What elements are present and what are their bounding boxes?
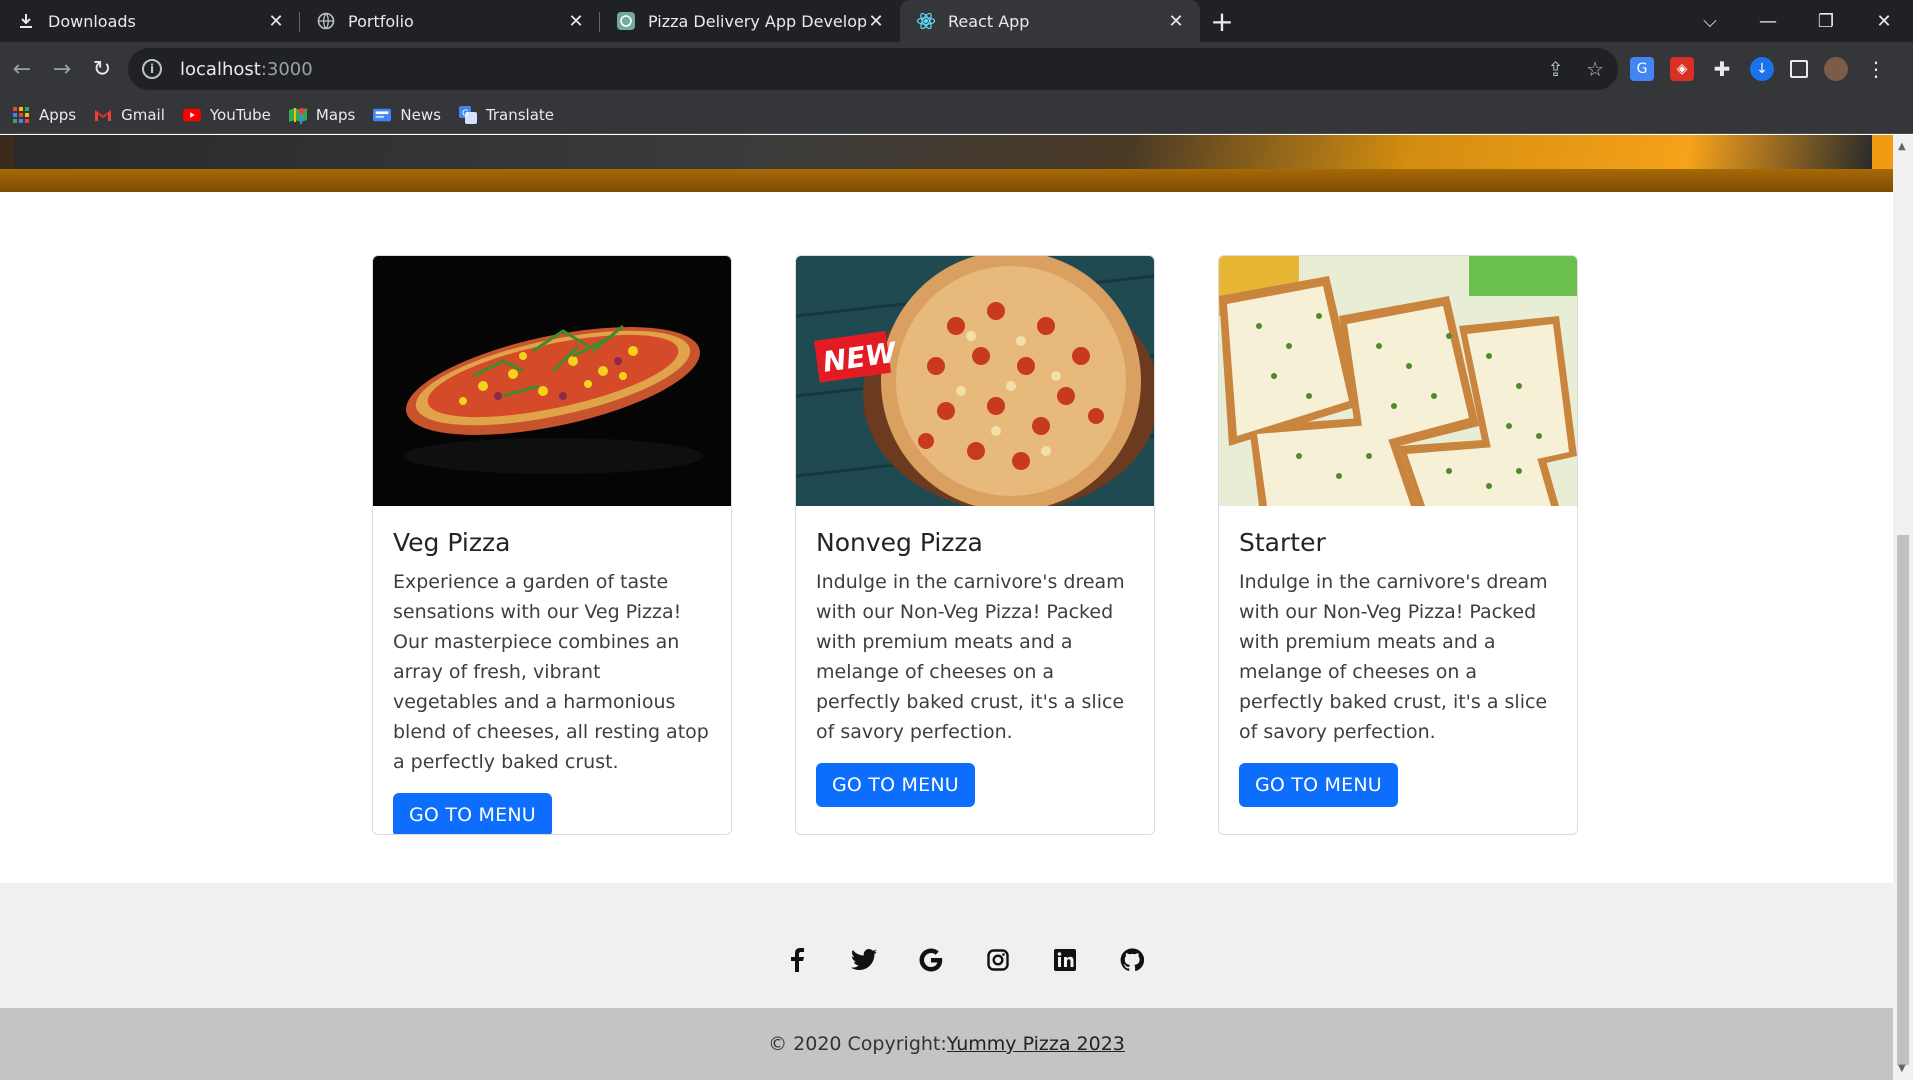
- forward-arrow-icon[interactable]: →: [42, 49, 82, 89]
- go-to-menu-button[interactable]: GO TO MENU: [1239, 763, 1398, 807]
- instagram-icon[interactable]: [985, 947, 1011, 973]
- scroll-up-arrow-icon[interactable]: ▲: [1898, 141, 1906, 152]
- page-scrollbar[interactable]: ▲ ▼: [1893, 135, 1913, 1080]
- side-panel-icon[interactable]: [1790, 60, 1808, 78]
- tab-downloads[interactable]: Downloads ✕: [0, 0, 300, 42]
- page-viewport: Veg Pizza Experience a garden of taste s…: [0, 135, 1893, 1080]
- chatgpt-icon: [616, 11, 636, 31]
- bookmark-translate[interactable]: G Translate: [458, 105, 555, 124]
- tab-search-icon[interactable]: ⌵: [1681, 0, 1739, 42]
- menu-cards: Veg Pizza Experience a garden of taste s…: [372, 255, 1578, 835]
- react-icon: [916, 11, 936, 31]
- card-title: Starter: [1239, 528, 1326, 557]
- news-icon: [373, 106, 392, 124]
- close-icon[interactable]: ✕: [1166, 11, 1186, 32]
- site-info-icon[interactable]: i: [142, 59, 162, 79]
- facebook-icon[interactable]: [784, 947, 810, 973]
- url-text: localhost:3000: [180, 58, 313, 80]
- twitter-icon[interactable]: [851, 947, 877, 973]
- browser-tab-strip: Downloads ✕ Portfolio ✕ Pizza Delivery A…: [0, 0, 1913, 42]
- go-to-menu-button[interactable]: GO TO MENU: [816, 763, 975, 807]
- reload-icon[interactable]: ↻: [82, 49, 122, 89]
- translate-icon: G: [458, 105, 477, 124]
- tab-label: React App: [948, 11, 1030, 31]
- card-body: Starter Indulge in the carnivore's dream…: [1219, 506, 1577, 827]
- copyright-text: © 2020 Copyright:: [768, 1033, 947, 1055]
- scroll-down-arrow-icon[interactable]: ▼: [1898, 1063, 1906, 1074]
- footer-social-section: [0, 883, 1893, 1008]
- bookmark-label: Translate: [485, 105, 555, 124]
- bookmark-label: YouTube: [209, 105, 271, 124]
- bookmark-news[interactable]: News: [373, 106, 441, 124]
- minimize-icon[interactable]: —: [1739, 0, 1797, 42]
- bookmark-maps[interactable]: Maps: [288, 105, 356, 124]
- youtube-icon: [182, 106, 201, 124]
- close-icon[interactable]: ✕: [266, 11, 286, 32]
- linkedin-icon[interactable]: [1052, 947, 1078, 973]
- address-bar-actions: ⇪ ☆: [1547, 48, 1604, 90]
- card-description: Indulge in the carnivore's dream with ou…: [816, 571, 1125, 743]
- card-nonveg-pizza: NEW Nonveg Pizza Indulge in the carnivor…: [795, 255, 1155, 835]
- bookmark-youtube[interactable]: YouTube: [182, 105, 271, 124]
- card-title: Nonveg Pizza: [816, 528, 983, 557]
- hero-image-strip: [14, 135, 1872, 169]
- bookmark-apps[interactable]: Apps: [12, 106, 76, 124]
- social-icons: [784, 947, 1145, 973]
- bookmark-gmail[interactable]: Gmail: [94, 106, 165, 124]
- hero-banner-bottom: [0, 135, 1893, 192]
- close-icon[interactable]: ✕: [866, 11, 886, 32]
- new-tab-button[interactable]: +: [1200, 0, 1244, 42]
- gmail-icon: [94, 106, 112, 124]
- hero-shadow: [0, 169, 1893, 192]
- maps-icon: [288, 106, 307, 124]
- extensions-area: G ◈ ✚ ↓ ⋮: [1630, 42, 1888, 96]
- download-icon: [16, 11, 36, 31]
- footer-copyright: © 2020 Copyright: Yummy Pizza 2023: [0, 1008, 1893, 1080]
- bookmark-label: Maps: [315, 105, 356, 124]
- share-icon[interactable]: ⇪: [1547, 57, 1564, 81]
- tab-portfolio[interactable]: Portfolio ✕: [300, 0, 600, 42]
- card-body: Nonveg Pizza Indulge in the carnivore's …: [796, 506, 1154, 827]
- bookmark-label: Apps: [39, 105, 77, 124]
- card-starter: Starter Indulge in the carnivore's dream…: [1218, 255, 1578, 835]
- veg-pizza-image: [373, 256, 731, 506]
- card-description: Indulge in the carnivore's dream with ou…: [1239, 571, 1548, 743]
- bookmark-label: News: [400, 105, 441, 124]
- globe-icon: [316, 11, 336, 31]
- tab-label: Downloads: [48, 11, 136, 31]
- bookmark-star-icon[interactable]: ☆: [1586, 57, 1604, 81]
- go-to-menu-button[interactable]: GO TO MENU: [393, 793, 552, 834]
- github-icon[interactable]: [1119, 947, 1145, 973]
- svg-text:G: G: [462, 109, 469, 119]
- tab-pizza-delivery[interactable]: Pizza Delivery App Development ✕: [600, 0, 900, 42]
- starter-garlic-bread-image: [1219, 256, 1577, 506]
- card-body: Veg Pizza Experience a garden of taste s…: [373, 506, 731, 834]
- browser-toolbar: ← → ↻ i localhost:3000 ⇪ ☆ G ◈ ✚ ↓ ⋮: [0, 42, 1913, 96]
- close-icon[interactable]: ✕: [566, 11, 586, 32]
- tab-label: Pizza Delivery App Development: [648, 11, 866, 31]
- scrollbar-thumb[interactable]: [1897, 535, 1909, 1065]
- address-bar[interactable]: i localhost:3000 ⇪ ☆: [128, 48, 1618, 90]
- menu-kebab-icon[interactable]: ⋮: [1864, 57, 1888, 81]
- card-description: Experience a garden of taste sensations …: [393, 571, 709, 773]
- profile-avatar[interactable]: [1824, 57, 1848, 81]
- copyright-link[interactable]: Yummy Pizza 2023: [947, 1033, 1125, 1055]
- apps-grid-icon: [12, 106, 30, 124]
- extension-red-icon[interactable]: ◈: [1670, 57, 1694, 81]
- back-arrow-icon[interactable]: ←: [2, 49, 42, 89]
- puzzle-extensions-icon[interactable]: ✚: [1710, 57, 1734, 81]
- bookmarks-bar: Apps Gmail YouTube Maps News G Translate: [0, 96, 1913, 134]
- google-translate-extension-icon[interactable]: G: [1630, 57, 1654, 81]
- close-window-icon[interactable]: ✕: [1855, 0, 1913, 42]
- tab-label: Portfolio: [348, 11, 414, 31]
- google-icon[interactable]: [918, 947, 944, 973]
- card-veg-pizza: Veg Pizza Experience a garden of taste s…: [372, 255, 732, 835]
- nonveg-pizza-image: NEW: [796, 256, 1154, 506]
- card-title: Veg Pizza: [393, 528, 511, 557]
- bookmark-label: Gmail: [121, 105, 165, 124]
- window-controls: ⌵ — ❐ ✕: [1681, 0, 1913, 42]
- restore-icon[interactable]: ❐: [1797, 0, 1855, 42]
- download-extension-icon[interactable]: ↓: [1750, 57, 1774, 81]
- tab-react-app[interactable]: React App ✕: [900, 0, 1200, 42]
